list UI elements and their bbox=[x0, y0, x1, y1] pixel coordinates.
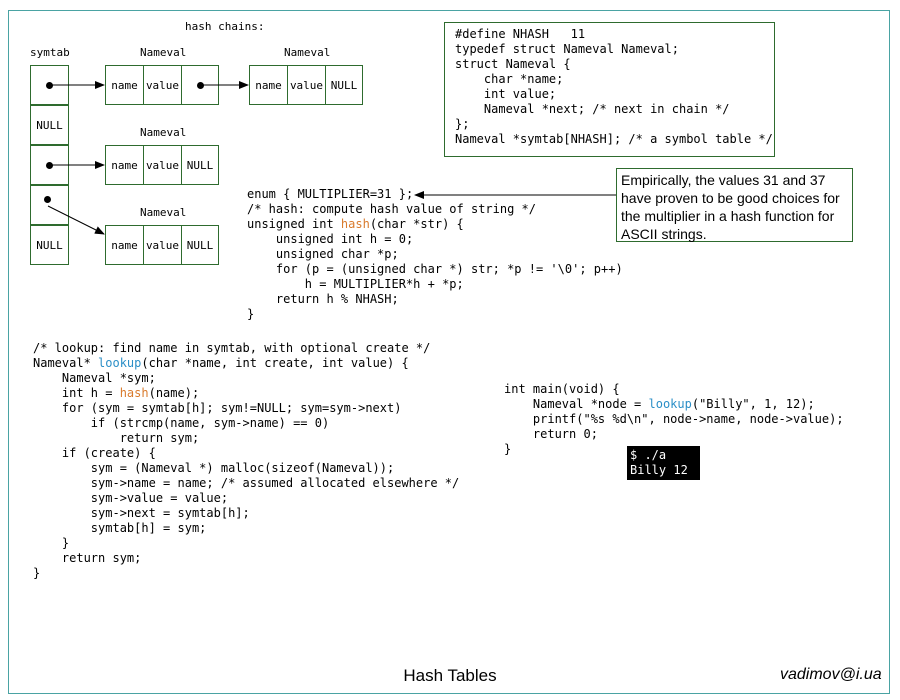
page-title: Hash Tables bbox=[403, 666, 497, 685]
symtab-slot-1: NULL bbox=[30, 105, 69, 145]
code-line: int h = hash(name); bbox=[33, 386, 200, 400]
symtab-slot-0 bbox=[30, 65, 69, 105]
pointer-dot bbox=[196, 81, 204, 89]
code-line: sym->value = value; bbox=[33, 491, 229, 505]
code-line: symtab[h] = sym; bbox=[33, 521, 207, 535]
lookup-function-code: /* lookup: find name in symtab, with opt… bbox=[33, 341, 459, 581]
lookup-call-name: lookup bbox=[648, 397, 692, 411]
terminal-line: Billy 12 bbox=[630, 463, 688, 477]
nameval-node-3: name value NULL bbox=[105, 145, 219, 185]
node-name-cell: name bbox=[250, 66, 288, 104]
symtab-slot-4: NULL bbox=[30, 225, 69, 265]
pointer-dot bbox=[46, 81, 53, 89]
code-line: unsigned int hash(char *str) { bbox=[247, 217, 464, 231]
nameval-node-2: name value NULL bbox=[249, 65, 363, 105]
code-line: if (create) { bbox=[33, 446, 156, 460]
code-line: int main(void) { bbox=[504, 382, 620, 396]
node-title: Nameval bbox=[284, 46, 331, 59]
code-line: return 0; bbox=[504, 427, 598, 441]
hash-chains-title: hash chains: bbox=[185, 20, 265, 33]
code-line: Nameval *node = lookup("Billy", 1, 12); bbox=[504, 397, 815, 411]
code-line: unsigned char *p; bbox=[247, 247, 399, 261]
node-value-cell: value bbox=[144, 66, 182, 104]
code-line: sym->next = symtab[h]; bbox=[33, 506, 250, 520]
node-name-cell: name bbox=[106, 226, 144, 264]
node-title: Nameval bbox=[140, 206, 187, 219]
author-email: vadimov@i.ua bbox=[780, 666, 882, 683]
code-line: sym->name = name; /* assumed allocated e… bbox=[33, 476, 460, 490]
code-line: for (p = (unsigned char *) str; *p != '\… bbox=[247, 262, 623, 276]
code-line: sym = (Nameval *) malloc(sizeof(Nameval)… bbox=[33, 461, 395, 475]
node-next-cell bbox=[182, 66, 218, 104]
node-value-cell: value bbox=[288, 66, 326, 104]
pointer-dot bbox=[44, 195, 51, 203]
hash-function-code: enum { MULTIPLIER=31 };/* hash: compute … bbox=[247, 187, 623, 322]
code-line: return h % NHASH; bbox=[247, 292, 399, 306]
code-line: Nameval* lookup(char *name, int create, … bbox=[33, 356, 409, 370]
node-value-cell: value bbox=[144, 146, 182, 184]
define-box: #define NHASH 11 typedef struct Nameval … bbox=[444, 22, 775, 157]
node-title: Nameval bbox=[140, 46, 187, 59]
code-line: enum { MULTIPLIER=31 }; bbox=[247, 187, 414, 201]
lookup-function-name: lookup bbox=[98, 356, 142, 370]
code-line: printf("%s %d\n", node->name, node->valu… bbox=[504, 412, 844, 426]
node-value-cell: value bbox=[144, 226, 182, 264]
code-line: return sym; bbox=[33, 551, 142, 565]
code-line: /* hash: compute hash value of string */ bbox=[247, 202, 536, 216]
code-line: if (strcmp(name, sym->name) == 0) bbox=[33, 416, 330, 430]
code-line: for (sym = symtab[h]; sym!=NULL; sym=sym… bbox=[33, 401, 402, 415]
code-line: h = MULTIPLIER*h + *p; bbox=[247, 277, 464, 291]
node-name-cell: name bbox=[106, 66, 144, 104]
symtab-label: symtab bbox=[30, 46, 70, 59]
hash-function-name: hash bbox=[340, 217, 370, 231]
code-line: } bbox=[247, 307, 255, 321]
nameval-node-1: name value bbox=[105, 65, 219, 105]
code-line: /* lookup: find name in symtab, with opt… bbox=[33, 341, 431, 355]
hash-call-name: hash bbox=[119, 386, 149, 400]
code-line: } bbox=[33, 536, 70, 550]
code-line: unsigned int h = 0; bbox=[247, 232, 414, 246]
code-line: return sym; bbox=[33, 431, 200, 445]
node-next-cell: NULL bbox=[186, 238, 214, 252]
node-title: Nameval bbox=[140, 126, 187, 139]
code-line: Nameval *sym; bbox=[33, 371, 156, 385]
terminal-output: $ ./a Billy 12 bbox=[627, 446, 700, 480]
symtab-slot-2 bbox=[30, 145, 69, 185]
node-next-cell: NULL bbox=[186, 158, 214, 172]
struct-definition-code: #define NHASH 11 typedef struct Nameval … bbox=[455, 27, 773, 146]
node-next-cell: NULL bbox=[330, 78, 358, 92]
multiplier-note: Empirically, the values 31 and 37 have p… bbox=[616, 168, 853, 242]
terminal-line: $ ./a bbox=[630, 448, 667, 462]
symtab-slot-3 bbox=[30, 185, 69, 225]
node-name-cell: name bbox=[106, 146, 144, 184]
code-line: } bbox=[33, 566, 41, 580]
nameval-node-4: name value NULL bbox=[105, 225, 219, 265]
pointer-dot bbox=[46, 161, 53, 169]
